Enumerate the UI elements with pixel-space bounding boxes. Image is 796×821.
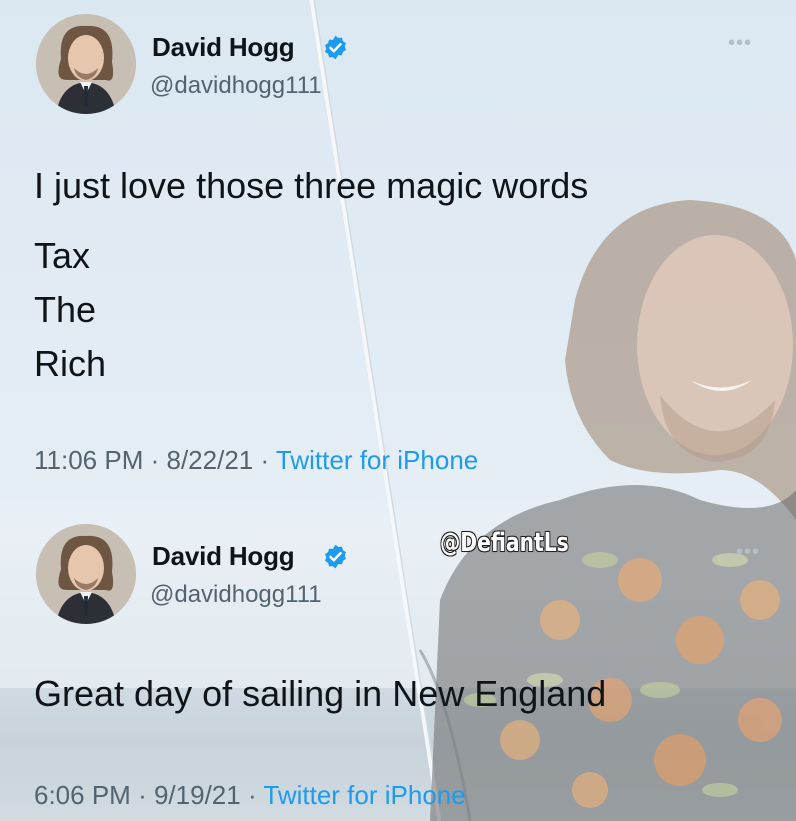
verified-badge-icon [325,35,346,60]
tweet-date[interactable]: 8/22/21 [167,445,254,475]
meta-separator: · [150,445,160,475]
author-name[interactable]: David Hogg [152,541,295,572]
tweet-source-link[interactable]: Twitter for iPhone [263,780,465,810]
meta-separator: · [138,780,147,810]
author-handle[interactable]: @davidhogg111 [150,581,322,609]
author-name[interactable]: David Hogg [152,32,295,63]
tweet-text-line: The [34,289,97,330]
tweet-source-link[interactable]: Twitter for iPhone [276,445,478,475]
tweet-date[interactable]: 9/19/21 [154,780,241,810]
profile-photo[interactable] [36,524,136,624]
tweet-meta: 11:06 PM · 8/22/21 · Twitter for iPhone [34,445,478,476]
tweet-text-line: I just love those three magic words [34,165,589,206]
tweet-text-line: Tax [34,235,91,276]
profile-photo[interactable] [36,14,136,114]
more-options-icon[interactable]: ••• [736,541,760,564]
avatar-image [36,524,136,624]
tweet-time[interactable]: 11:06 PM [34,445,143,475]
meta-separator: · [247,780,257,810]
more-options-icon[interactable]: ••• [728,32,752,55]
meta-separator: · [260,445,270,475]
tweet-time[interactable]: 6:06 PM [34,780,131,810]
tweet-text-line: Rich [34,343,107,384]
author-handle[interactable]: @davidhogg111 [150,72,322,100]
avatar-image [36,14,136,114]
verified-badge-icon [325,544,346,569]
tweet-text-line: Great day of sailing in New England [34,673,607,714]
tweet-meta: 6:06 PM · 9/19/21 · Twitter for iPhone [34,780,466,811]
watermark-text: @DefiantLs [440,528,569,558]
